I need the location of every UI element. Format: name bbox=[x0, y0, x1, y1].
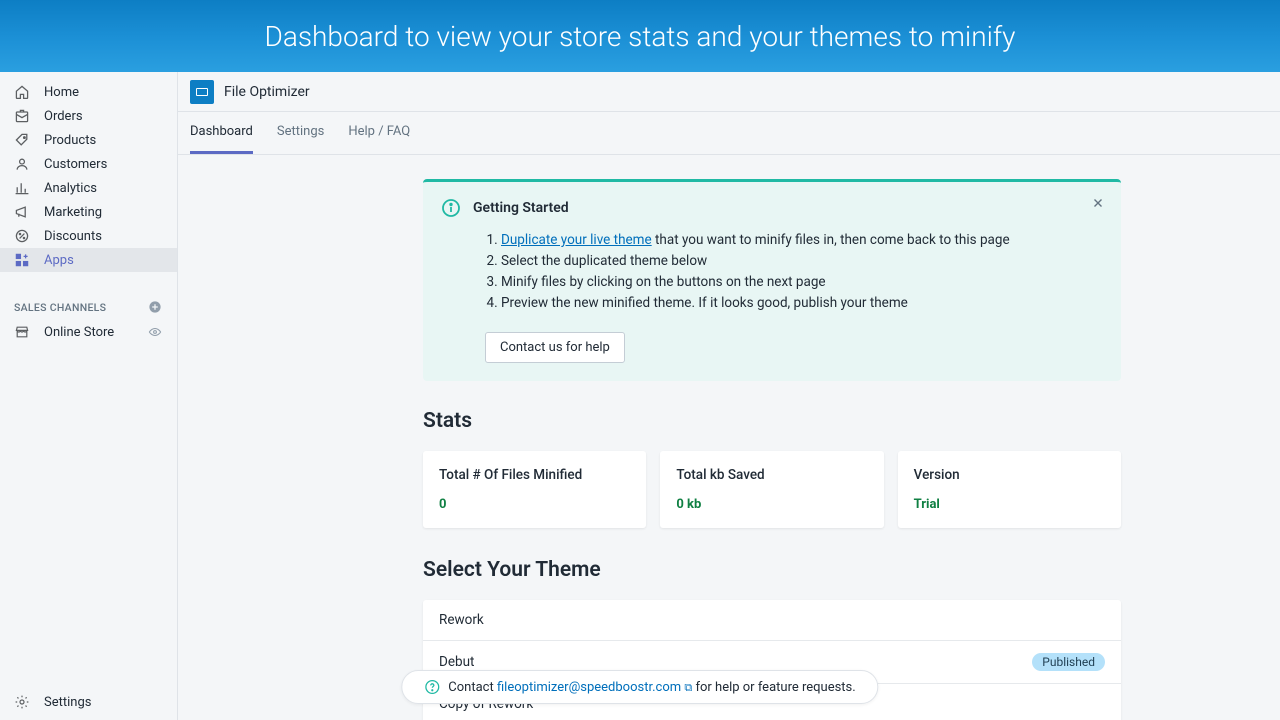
stat-card-version: Version Trial bbox=[898, 451, 1121, 528]
home-icon bbox=[14, 84, 30, 100]
stat-card-kb: Total kb Saved 0 kb bbox=[660, 451, 883, 528]
banner-text: Dashboard to view your store stats and y… bbox=[264, 20, 1015, 53]
app-tabs: Dashboard Settings Help / FAQ bbox=[178, 112, 1280, 155]
store-icon bbox=[14, 324, 30, 340]
preview-store-icon[interactable] bbox=[147, 324, 163, 340]
stat-label: Version bbox=[914, 467, 1105, 483]
sidebar-item-products[interactable]: Products bbox=[0, 128, 177, 152]
tab-help-faq[interactable]: Help / FAQ bbox=[348, 112, 410, 154]
sidebar-item-label: Analytics bbox=[44, 181, 97, 196]
sales-channels-header: SALES CHANNELS bbox=[14, 301, 106, 314]
sidebar-item-orders[interactable]: Orders bbox=[0, 104, 177, 128]
footer-prefix: Contact bbox=[448, 680, 497, 695]
analytics-icon bbox=[14, 180, 30, 196]
theme-name: Rework bbox=[439, 612, 484, 628]
sidebar-item-online-store[interactable]: Online Store bbox=[0, 320, 177, 344]
duplicate-theme-link[interactable]: Duplicate your live theme bbox=[501, 232, 652, 248]
external-link-icon: ⧉ bbox=[684, 681, 692, 694]
info-icon bbox=[441, 198, 461, 218]
sidebar-item-apps[interactable]: Apps bbox=[0, 248, 177, 272]
stat-card-files: Total # Of Files Minified 0 bbox=[423, 451, 646, 528]
sidebar-item-discounts[interactable]: Discounts bbox=[0, 224, 177, 248]
orders-icon bbox=[14, 108, 30, 124]
sidebar-item-label: Orders bbox=[44, 109, 83, 124]
sidebar-item-label: Discounts bbox=[44, 229, 102, 244]
stat-label: Total # Of Files Minified bbox=[439, 467, 630, 483]
tab-dashboard[interactable]: Dashboard bbox=[190, 112, 253, 154]
stat-value: 0 kb bbox=[676, 497, 867, 512]
getting-started-steps: Duplicate your live theme that you want … bbox=[441, 230, 1103, 314]
sidebar-item-label: Apps bbox=[44, 253, 74, 268]
stat-value: 0 bbox=[439, 497, 630, 512]
sidebar-item-analytics[interactable]: Analytics bbox=[0, 176, 177, 200]
theme-name: Debut bbox=[439, 654, 474, 670]
app-logo-icon bbox=[190, 80, 214, 104]
help-icon bbox=[424, 679, 440, 695]
contact-help-button[interactable]: Contact us for help bbox=[485, 332, 625, 363]
gear-icon bbox=[14, 694, 30, 710]
apps-icon bbox=[14, 252, 30, 268]
settings-label: Settings bbox=[44, 695, 91, 710]
stats-row: Total # Of Files Minified 0 Total kb Sav… bbox=[423, 451, 1121, 528]
close-icon[interactable] bbox=[1091, 196, 1105, 210]
add-channel-button[interactable] bbox=[147, 299, 163, 315]
app-topbar: File Optimizer bbox=[178, 72, 1280, 112]
sidebar-item-label: Home bbox=[44, 85, 79, 100]
sidebar-item-home[interactable]: Home bbox=[0, 80, 177, 104]
sidebar-item-label: Customers bbox=[44, 157, 107, 172]
footer-suffix: for help or feature requests. bbox=[695, 680, 855, 695]
theme-row[interactable]: Rework bbox=[423, 600, 1121, 641]
select-theme-heading: Select Your Theme bbox=[423, 558, 1121, 582]
app-title: File Optimizer bbox=[224, 84, 310, 100]
sidebar-item-label: Marketing bbox=[44, 205, 102, 220]
sidebar-item-customers[interactable]: Customers bbox=[0, 152, 177, 176]
marketing-icon bbox=[14, 204, 30, 220]
tab-settings[interactable]: Settings bbox=[277, 112, 324, 154]
customers-icon bbox=[14, 156, 30, 172]
stats-heading: Stats bbox=[423, 409, 1121, 433]
footer-help-bar: Contact fileoptimizer@speedboostr.com ⧉ … bbox=[401, 670, 878, 704]
contact-email-link[interactable]: fileoptimizer@speedboostr.com bbox=[497, 680, 681, 695]
sidebar-item-label: Products bbox=[44, 133, 96, 148]
stat-value: Trial bbox=[914, 497, 1105, 512]
getting-started-panel: Getting Started Duplicate your live them… bbox=[423, 179, 1121, 381]
sidebar-item-settings[interactable]: Settings bbox=[0, 684, 177, 720]
published-badge: Published bbox=[1032, 653, 1105, 671]
sidebar: Home Orders Products Customers Analytics bbox=[0, 72, 178, 720]
sidebar-item-marketing[interactable]: Marketing bbox=[0, 200, 177, 224]
discounts-icon bbox=[14, 228, 30, 244]
stat-label: Total kb Saved bbox=[676, 467, 867, 483]
getting-started-title: Getting Started bbox=[473, 200, 569, 216]
sidebar-item-label: Online Store bbox=[44, 325, 133, 340]
products-icon bbox=[14, 132, 30, 148]
promo-banner: Dashboard to view your store stats and y… bbox=[0, 0, 1280, 72]
